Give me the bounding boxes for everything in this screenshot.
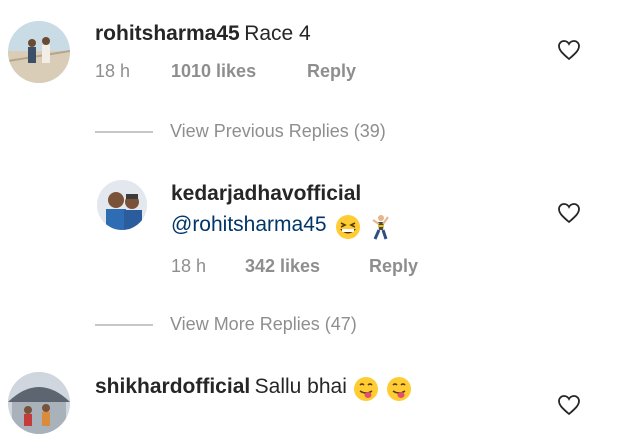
mention-link[interactable]: @rohitsharma45 — [171, 213, 327, 236]
comment-likes[interactable]: 342 likes — [245, 256, 320, 277]
view-more-replies-link[interactable]: View More Replies (47) — [170, 314, 357, 335]
comment-text: Race 4 — [244, 22, 311, 45]
view-previous-replies-link[interactable]: View Previous Replies (39) — [170, 121, 386, 142]
heart-icon[interactable] — [557, 394, 581, 416]
face-with-tongue-emoji — [354, 376, 379, 401]
face-with-tongue-emoji — [386, 376, 411, 401]
comment-username[interactable]: shikhardofficial — [95, 375, 250, 398]
reply-button[interactable]: Reply — [307, 61, 356, 82]
comment-username[interactable]: kedarjadhavofficial — [171, 182, 361, 206]
grinning-squinting-face-emoji — [336, 215, 361, 239]
avatar-kedarjadhavofficial[interactable] — [97, 180, 147, 230]
heart-icon[interactable] — [557, 202, 581, 224]
divider-line — [95, 324, 153, 326]
reply-button[interactable]: Reply — [369, 256, 418, 277]
comment-likes[interactable]: 1010 likes — [171, 61, 256, 82]
comment-username[interactable]: rohitsharma45 — [95, 22, 240, 45]
heart-icon[interactable] — [557, 39, 581, 61]
comment-text: Sallu bhai — [254, 375, 347, 398]
avatar-rohitsharma45[interactable] — [8, 21, 70, 83]
avatar-shikhardofficial[interactable] — [8, 372, 70, 434]
man-dancing-emoji — [372, 215, 390, 240]
comment-time: 18 h — [95, 61, 131, 81]
divider-line — [95, 131, 153, 133]
comment-time: 18 h — [171, 256, 207, 276]
